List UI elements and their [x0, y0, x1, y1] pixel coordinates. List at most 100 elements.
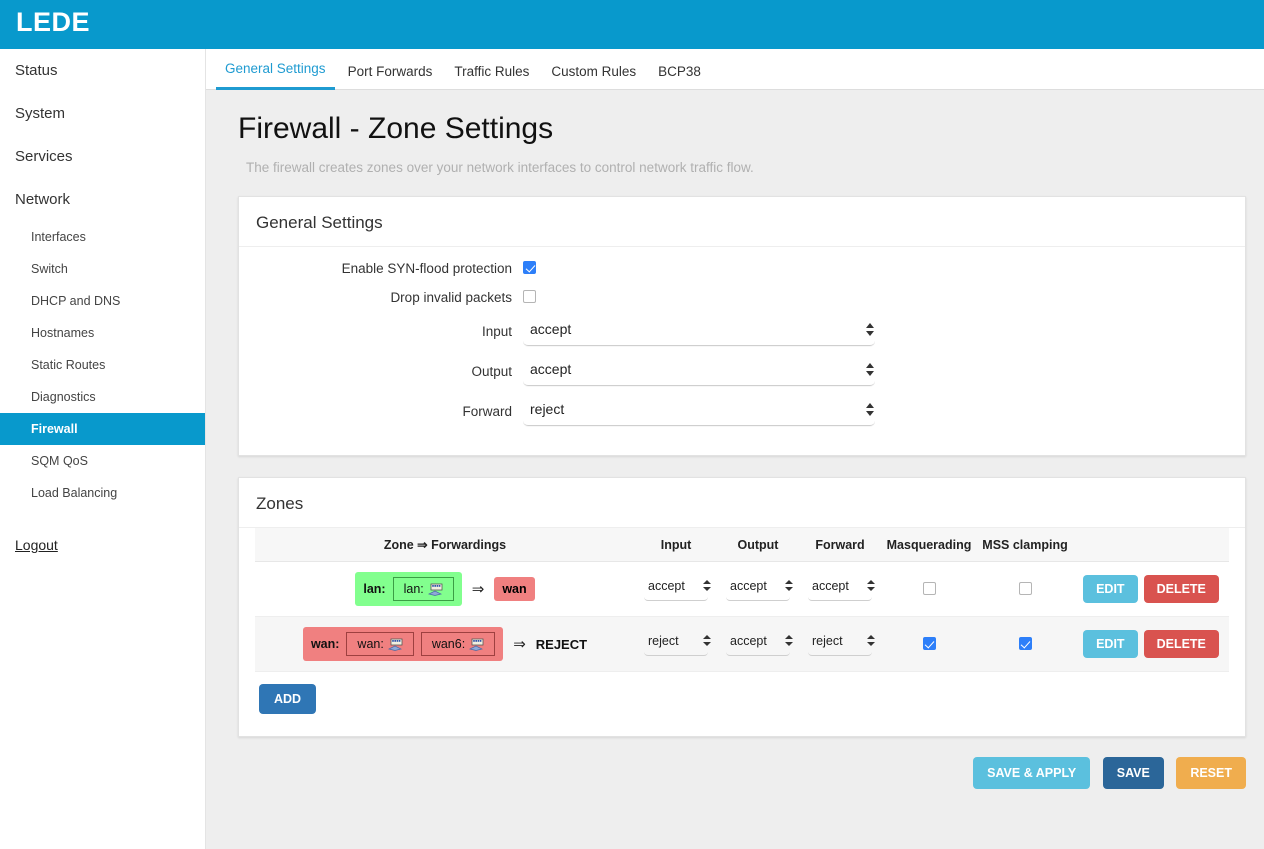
zone-forward-cell: accept: [799, 561, 881, 617]
drop-invalid-checkbox[interactable]: [523, 290, 536, 304]
output-policy-select[interactable]: accept: [523, 357, 875, 386]
sidebar-item-label: Services: [15, 148, 73, 165]
zone-name: lan:: [363, 582, 386, 596]
zone-mss-clamping-checkbox[interactable]: [1018, 582, 1032, 596]
zone-output-cell: accept: [717, 561, 799, 617]
forward-policy-label: Forward: [462, 404, 512, 419]
tab-label: Traffic Rules: [454, 64, 530, 79]
sidebar-item-interfaces[interactable]: Interfaces: [0, 221, 205, 253]
tab-label: General Settings: [225, 61, 326, 76]
tab-traffic-rules[interactable]: Traffic Rules: [445, 64, 538, 90]
delete-zone-button[interactable]: DELETE: [1143, 575, 1219, 603]
input-policy-row: Input accept: [255, 317, 1229, 346]
zone-mss-clamping-cell: [977, 561, 1073, 617]
sidebar-item-switch[interactable]: Switch: [0, 253, 205, 285]
tab-custom-rules[interactable]: Custom Rules: [542, 64, 645, 90]
output-policy-label: Output: [471, 364, 512, 379]
sidebar-item-label: Network: [15, 191, 71, 208]
zone-interface[interactable]: lan:: [392, 577, 454, 601]
table-row: wan: wan: wan6: ⇒ REJECT reject accept reject ED…: [255, 616, 1229, 672]
zone-interface[interactable]: wan:: [346, 632, 414, 656]
sidebar-item-static-routes[interactable]: Static Routes: [0, 349, 205, 381]
sidebar-item-diagnostics[interactable]: Diagnostics: [0, 381, 205, 413]
save-apply-button[interactable]: SAVE & APPLY: [973, 757, 1091, 789]
forward-target-label: REJECT: [535, 636, 588, 652]
sidebar-item-label: SQM QoS: [31, 454, 88, 468]
add-zone-button[interactable]: ADD: [259, 684, 317, 714]
delete-zone-button[interactable]: DELETE: [1143, 630, 1219, 658]
tab-bar: General Settings Port Forwards Traffic Rul…: [206, 49, 1264, 90]
zone-output-value: accept: [730, 579, 767, 593]
zone-input-select[interactable]: accept: [644, 577, 711, 601]
sidebar-item-status[interactable]: Status: [0, 49, 205, 92]
syn-flood-checkbox[interactable]: [523, 261, 536, 275]
sidebar-item-label: System: [15, 105, 66, 122]
zone-forward-select[interactable]: accept: [808, 577, 875, 601]
column-header: Masquerading: [881, 528, 977, 562]
syn-flood-row: Enable SYN-flood protection: [255, 259, 1229, 277]
zone-mss-clamping-checkbox[interactable]: [1018, 637, 1032, 651]
sidebar-item-sqm-qos[interactable]: SQM QoS: [0, 445, 205, 477]
zone-input-value: reject: [648, 634, 679, 648]
zone-output-select[interactable]: accept: [726, 632, 793, 656]
tab-label: BCP38: [658, 64, 701, 79]
sidebar-item-label: Status: [15, 62, 58, 79]
zone-badge[interactable]: wan: wan: wan6:: [302, 627, 504, 661]
sidebar-item-label: Static Routes: [31, 358, 106, 372]
edit-zone-button[interactable]: EDIT: [1083, 630, 1138, 658]
zones-table-header: Zone ⇒ Forwardings Input Output Forward Masq…: [255, 528, 1229, 562]
zone-input-value: accept: [648, 579, 685, 593]
sidebar-item-load-balancing[interactable]: Load Balancing: [0, 477, 205, 509]
save-button[interactable]: SAVE: [1102, 757, 1164, 789]
sidebar-item-label: Diagnostics: [31, 390, 96, 404]
footer-actions: SAVE & APPLY SAVE RESET: [206, 757, 1246, 789]
forward-target-label: wan: [502, 582, 527, 596]
sidebar-item-label: Switch: [31, 262, 68, 276]
zone-masquerading-checkbox[interactable]: [922, 582, 936, 596]
ethernet-interface-icon: [469, 638, 484, 651]
drop-invalid-row: Drop invalid packets: [255, 288, 1229, 306]
tab-bcp38[interactable]: BCP38: [649, 64, 710, 90]
top-brand-bar: LEDE: [0, 0, 1264, 49]
zone-forward-select[interactable]: reject: [808, 632, 875, 656]
ethernet-interface-icon: [427, 583, 443, 596]
sidebar-item-hostnames[interactable]: Hostnames: [0, 317, 205, 349]
zone-badge[interactable]: lan: lan:: [355, 572, 462, 606]
sidebar-item-system[interactable]: System: [0, 92, 205, 135]
zones-title: Zones: [239, 478, 1245, 528]
zone-actions-cell: EDIT DELETE: [1073, 561, 1229, 617]
general-settings-panel: General Settings Enable SYN-flood protec…: [238, 196, 1246, 456]
output-policy-row: Output accept: [255, 357, 1229, 386]
sidebar-item-label: Load Balancing: [31, 486, 118, 500]
sidebar-item-firewall[interactable]: Firewall: [0, 413, 205, 445]
zone-actions-cell: EDIT DELETE: [1073, 616, 1229, 672]
brand-logo[interactable]: LEDE: [16, 7, 90, 38]
ethernet-interface-icon: [387, 638, 403, 651]
zone-forward-cell: reject: [799, 616, 881, 672]
tab-port-forwards[interactable]: Port Forwards: [339, 64, 442, 90]
output-policy-value: accept: [530, 361, 572, 377]
zone-input-select[interactable]: reject: [644, 632, 711, 656]
sidebar-item-network[interactable]: Network: [0, 178, 205, 221]
sidebar-item-services[interactable]: Services: [0, 135, 205, 178]
zone-masquerading-checkbox[interactable]: [922, 637, 936, 651]
zone-interface[interactable]: wan6:: [420, 632, 496, 656]
forward-policy-select[interactable]: reject: [523, 397, 875, 426]
reset-button[interactable]: RESET: [1176, 757, 1246, 789]
add-zone-bar: ADD: [255, 672, 1229, 718]
edit-zone-button[interactable]: EDIT: [1083, 575, 1138, 603]
input-policy-select[interactable]: accept: [523, 317, 875, 346]
sidebar-item-dhcp-and-dns[interactable]: DHCP and DNS: [0, 285, 205, 317]
zone-output-select[interactable]: accept: [726, 577, 793, 601]
zone-masquerading-cell: [881, 616, 977, 672]
zone-name: wan:: [310, 637, 340, 651]
tab-label: Port Forwards: [347, 64, 433, 79]
tab-general-settings[interactable]: General Settings: [216, 61, 335, 90]
general-settings-title: General Settings: [239, 197, 1245, 247]
logout-link[interactable]: Logout: [0, 537, 205, 553]
zone-output-value: accept: [730, 634, 767, 648]
tab-label: Custom Rules: [551, 64, 637, 79]
zones-panel: Zones Zone ⇒ Forwardings Input Output Forwa…: [238, 477, 1246, 737]
forward-arrow-icon: ⇒: [471, 581, 485, 598]
forward-target-badge: wan: [494, 577, 535, 601]
